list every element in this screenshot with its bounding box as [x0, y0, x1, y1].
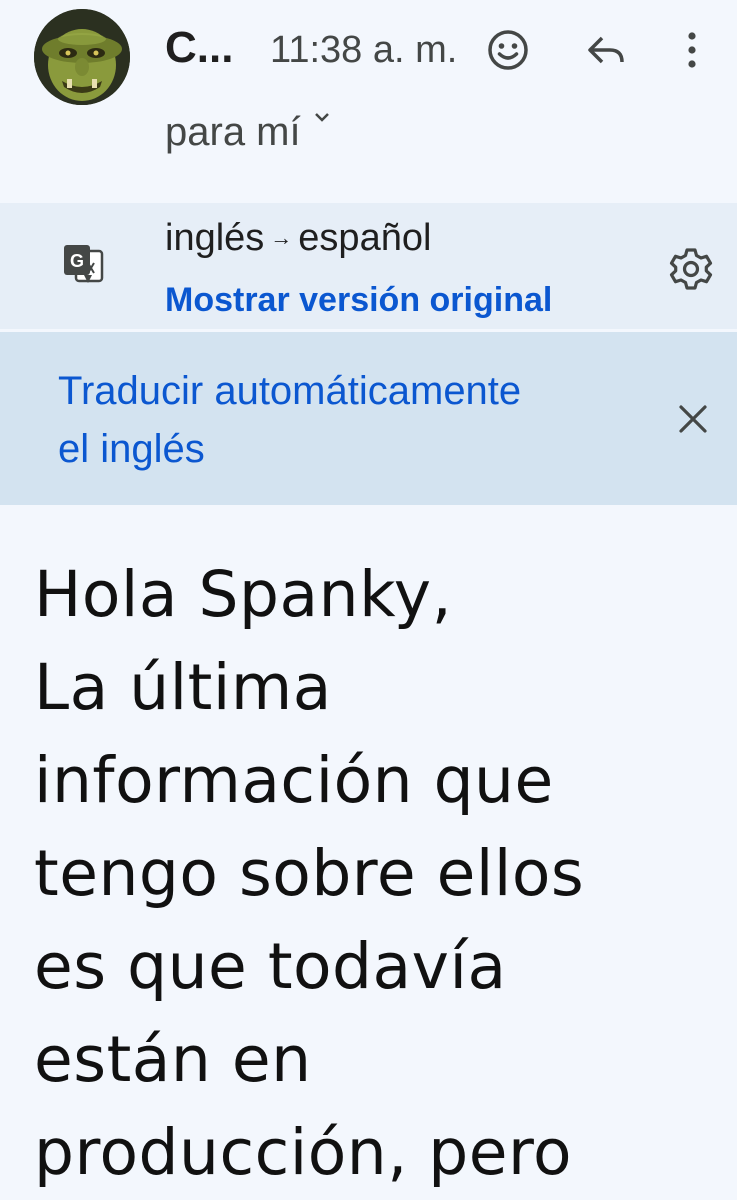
- body-line: información que: [34, 744, 554, 817]
- show-original-link[interactable]: Mostrar versión original: [165, 279, 552, 321]
- close-banner-button[interactable]: [672, 398, 714, 440]
- recipient-label: para mí: [165, 110, 301, 154]
- more-options-button[interactable]: [668, 26, 716, 74]
- body-line: La última: [34, 651, 332, 724]
- chevron-down-icon: [314, 113, 329, 122]
- translation-settings-button[interactable]: [666, 244, 716, 294]
- sender-avatar[interactable]: [34, 9, 130, 105]
- body-line: producción, pero: [34, 1116, 573, 1189]
- svg-text:G: G: [70, 251, 84, 271]
- body-line: están en: [34, 1023, 312, 1096]
- add-reaction-button[interactable]: [484, 26, 532, 74]
- translation-languages: inglés → español: [165, 215, 431, 261]
- message-header: C... 11:38 a. m. para mí: [0, 0, 737, 200]
- body-line: Hola Spanky,: [34, 558, 453, 631]
- auto-translate-line1: Traducir automáticamente: [58, 369, 522, 413]
- body-line: tengo sobre ellos: [34, 837, 585, 910]
- message-body: Hola Spanky, La última información que t…: [34, 548, 724, 1199]
- body-line: es que todavía: [34, 930, 507, 1003]
- target-language: español: [298, 217, 432, 259]
- close-icon: [679, 405, 707, 433]
- reply-icon: [588, 36, 624, 64]
- add-reaction-icon: [488, 30, 528, 70]
- message-time: 11:38 a. m.: [270, 29, 458, 71]
- gear-icon: [669, 248, 713, 290]
- arrow-right-icon: →: [270, 225, 293, 250]
- sender-name[interactable]: C...: [165, 22, 233, 74]
- reply-button[interactable]: [582, 26, 630, 74]
- auto-translate-link[interactable]: Traducir automáticamente el inglés: [58, 362, 658, 478]
- auto-translate-line2: el inglés: [58, 427, 205, 471]
- source-language: inglés: [165, 217, 265, 259]
- more-vert-icon: [688, 32, 696, 68]
- google-translate-icon: G: [62, 243, 104, 287]
- recipient-toggle[interactable]: para mí: [165, 108, 331, 156]
